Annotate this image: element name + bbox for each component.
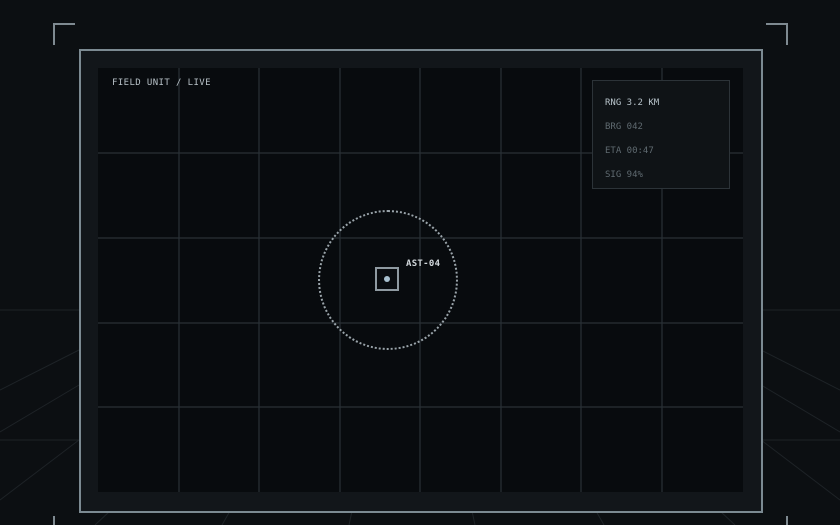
readout-bearing: BRG 042 — [605, 122, 643, 132]
readout-eta: ETA 00:47 — [605, 146, 654, 156]
readout-range: RNG 3.2 KM — [605, 98, 660, 108]
target-marker[interactable] — [375, 267, 399, 291]
corner-bracket-bottom-left — [53, 516, 75, 525]
corner-bracket-top-left — [53, 23, 75, 45]
corner-bracket-bottom-right — [766, 516, 788, 525]
tracking-scene: FIELD UNIT / LIVE RNG 3.2 KM BRG 042 ETA… — [0, 0, 840, 525]
monitor-frame: FIELD UNIT / LIVE RNG 3.2 KM BRG 042 ETA… — [79, 49, 763, 513]
feed-status-label: FIELD UNIT / LIVE — [112, 78, 211, 88]
target-id-label: AST-04 — [406, 259, 441, 269]
telemetry-readout-panel: RNG 3.2 KM BRG 042 ETA 00:47 SIG 94% — [592, 80, 730, 189]
readout-signal: SIG 94% — [605, 170, 643, 180]
tracking-viewport[interactable]: FIELD UNIT / LIVE RNG 3.2 KM BRG 042 ETA… — [98, 68, 743, 492]
corner-bracket-top-right — [766, 23, 788, 45]
target-dot-icon — [384, 276, 390, 282]
